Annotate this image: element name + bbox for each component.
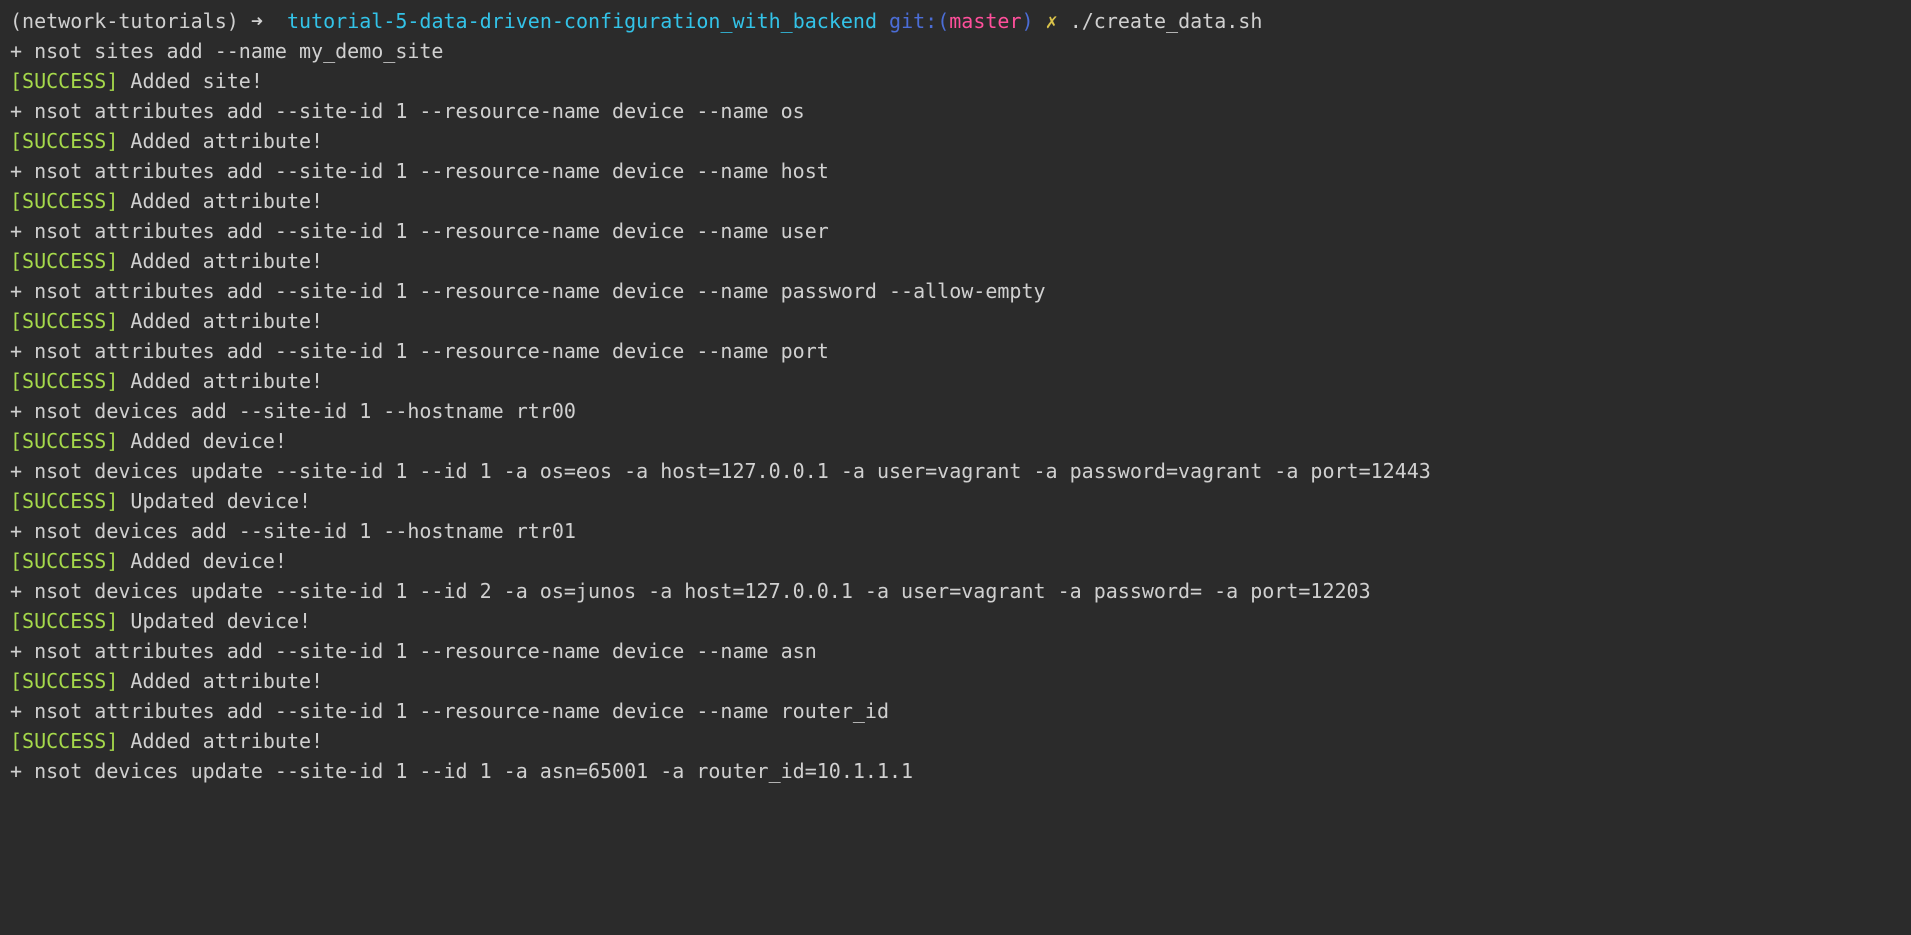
success-tag: [SUCCESS] [10, 189, 118, 213]
cwd: tutorial-5-data-driven-configuration_wit… [287, 9, 877, 33]
success-tag: [SUCCESS] [10, 609, 118, 633]
output-line: [SUCCESS] Updated device! [10, 486, 1901, 516]
success-message: Added attribute! [118, 309, 323, 333]
echo-text: + nsot devices update --site-id 1 --id 1… [10, 459, 1431, 483]
output-line: [SUCCESS] Added attribute! [10, 306, 1901, 336]
success-message: Added site! [118, 69, 263, 93]
success-tag: [SUCCESS] [10, 309, 118, 333]
output-line: [SUCCESS] Updated device! [10, 606, 1901, 636]
success-tag: [SUCCESS] [10, 729, 118, 753]
success-message: Added attribute! [118, 129, 323, 153]
dirty-state-icon: ✗ [1046, 9, 1058, 33]
prompt-line: (network-tutorials) ➜ tutorial-5-data-dr… [10, 6, 1901, 36]
typed-command: ./create_data.sh [1070, 9, 1263, 33]
output-line: [SUCCESS] Added site! [10, 66, 1901, 96]
venv-paren-open: ( [10, 9, 22, 33]
echo-text: + nsot attributes add --site-id 1 --reso… [10, 639, 817, 663]
output-line: + nsot attributes add --site-id 1 --reso… [10, 216, 1901, 246]
output-line: + nsot devices update --site-id 1 --id 1… [10, 756, 1901, 786]
success-tag: [SUCCESS] [10, 549, 118, 573]
git-branch: master [949, 9, 1021, 33]
success-tag: [SUCCESS] [10, 489, 118, 513]
git-paren-open: ( [937, 9, 949, 33]
output-line: + nsot devices update --site-id 1 --id 2… [10, 576, 1901, 606]
echo-text: + nsot attributes add --site-id 1 --reso… [10, 339, 829, 363]
echo-text: + nsot devices update --site-id 1 --id 2… [10, 579, 1371, 603]
output-line: [SUCCESS] Added attribute! [10, 666, 1901, 696]
output-line: + nsot attributes add --site-id 1 --reso… [10, 96, 1901, 126]
success-message: Updated device! [118, 609, 311, 633]
prompt-arrow-icon: ➜ [251, 9, 263, 33]
success-tag: [SUCCESS] [10, 369, 118, 393]
git-label: git: [889, 9, 937, 33]
terminal-output[interactable]: (network-tutorials) ➜ tutorial-5-data-dr… [0, 0, 1911, 806]
echo-text: + nsot sites add --name my_demo_site [10, 39, 443, 63]
output-line: [SUCCESS] Added attribute! [10, 726, 1901, 756]
success-tag: [SUCCESS] [10, 669, 118, 693]
success-tag: [SUCCESS] [10, 429, 118, 453]
output-line: + nsot attributes add --site-id 1 --reso… [10, 636, 1901, 666]
echo-text: + nsot devices add --site-id 1 --hostnam… [10, 519, 576, 543]
success-tag: [SUCCESS] [10, 129, 118, 153]
echo-text: + nsot attributes add --site-id 1 --reso… [10, 159, 829, 183]
output-line: [SUCCESS] Added device! [10, 426, 1901, 456]
success-message: Added attribute! [118, 729, 323, 753]
output-lines: + nsot sites add --name my_demo_site [SUC… [10, 36, 1901, 786]
output-line: + nsot devices add --site-id 1 --hostnam… [10, 516, 1901, 546]
venv-name: network-tutorials [22, 9, 227, 33]
success-message: Added device! [118, 549, 287, 573]
output-line: + nsot devices update --site-id 1 --id 1… [10, 456, 1901, 486]
output-line: + nsot sites add --name my_demo_site [10, 36, 1901, 66]
success-message: Added attribute! [118, 249, 323, 273]
success-tag: [SUCCESS] [10, 69, 118, 93]
echo-text: + nsot devices update --site-id 1 --id 1… [10, 759, 913, 783]
echo-text: + nsot attributes add --site-id 1 --reso… [10, 219, 829, 243]
success-message: Updated device! [118, 489, 311, 513]
success-message: Added device! [118, 429, 287, 453]
output-line: [SUCCESS] Added attribute! [10, 186, 1901, 216]
success-message: Added attribute! [118, 369, 323, 393]
echo-text: + nsot attributes add --site-id 1 --reso… [10, 279, 1046, 303]
output-line: [SUCCESS] Added attribute! [10, 126, 1901, 156]
echo-text: + nsot devices add --site-id 1 --hostnam… [10, 399, 576, 423]
success-message: Added attribute! [118, 189, 323, 213]
output-line: + nsot attributes add --site-id 1 --reso… [10, 156, 1901, 186]
success-tag: [SUCCESS] [10, 249, 118, 273]
output-line: + nsot attributes add --site-id 1 --reso… [10, 696, 1901, 726]
output-line: + nsot devices add --site-id 1 --hostnam… [10, 396, 1901, 426]
output-line: [SUCCESS] Added device! [10, 546, 1901, 576]
output-line: [SUCCESS] Added attribute! [10, 366, 1901, 396]
output-line: + nsot attributes add --site-id 1 --reso… [10, 276, 1901, 306]
git-paren-close: ) [1022, 9, 1034, 33]
output-line: [SUCCESS] Added attribute! [10, 246, 1901, 276]
venv-paren-close: ) [227, 9, 239, 33]
output-line: + nsot attributes add --site-id 1 --reso… [10, 336, 1901, 366]
echo-text: + nsot attributes add --site-id 1 --reso… [10, 699, 889, 723]
echo-text: + nsot attributes add --site-id 1 --reso… [10, 99, 805, 123]
success-message: Added attribute! [118, 669, 323, 693]
